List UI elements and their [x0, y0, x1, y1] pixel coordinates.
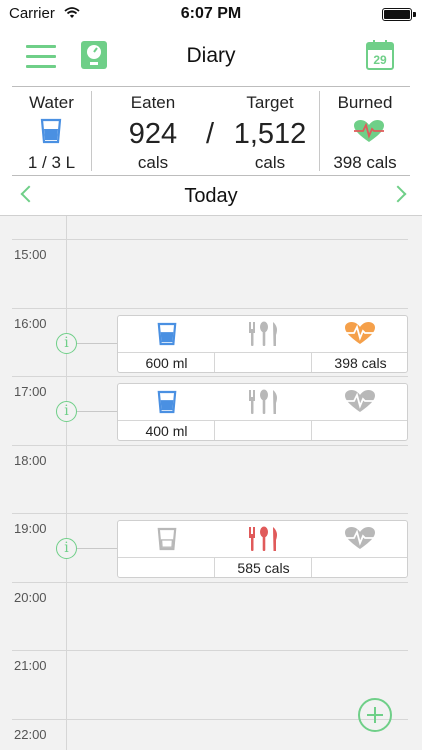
grid-line — [12, 308, 408, 309]
add-entry-button[interactable] — [358, 698, 392, 732]
entry-info-icon[interactable]: i — [56, 333, 77, 354]
hour-label: 21:00 — [14, 658, 47, 673]
grid-line — [12, 376, 408, 377]
burned-label: Burned — [337, 93, 393, 112]
water-value: 1 / 3 L — [27, 153, 76, 172]
heart-rate-icon — [345, 527, 375, 549]
diary-timeline[interactable]: 15:00 16:00 17:00 18:00 19:00 20:00 21:0… — [0, 216, 422, 750]
day-navigator: Today — [0, 176, 422, 216]
eaten-label: Eaten — [130, 93, 176, 112]
battery-icon — [382, 8, 416, 21]
target-value: 1,512 — [233, 118, 307, 150]
target-label: Target — [246, 93, 294, 112]
hour-label: 22:00 — [14, 727, 47, 742]
hour-label: 17:00 — [14, 384, 47, 399]
hour-label: 18:00 — [14, 453, 47, 468]
water-glass-icon — [157, 527, 177, 551]
eaten-value: 924 — [128, 118, 178, 150]
cutlery-icon — [249, 389, 277, 414]
cutlery-icon — [249, 321, 277, 346]
eaten-target-divider: / — [205, 118, 215, 150]
diary-entry-card[interactable]: 400 ml — [117, 383, 408, 441]
calendar-day: 29 — [373, 53, 387, 67]
diary-entry-card[interactable]: 585 cals — [117, 520, 408, 578]
entry-food-value: 585 cals — [237, 560, 290, 576]
clock: 6:07 PM — [180, 5, 242, 22]
hour-label: 19:00 — [14, 521, 47, 536]
entry-info-icon[interactable]: i — [56, 401, 77, 422]
hour-label: 15:00 — [14, 247, 47, 262]
diary-entry-card[interactable]: 600 ml 398 cals — [117, 315, 408, 373]
page-title: Diary — [186, 44, 236, 67]
calendar-button[interactable]: 29 — [366, 40, 394, 70]
hour-label: 16:00 — [14, 316, 47, 331]
heart-rate-icon — [345, 390, 375, 412]
grid-line — [12, 582, 408, 583]
water-label: Water — [29, 93, 74, 112]
entry-info-icon[interactable]: i — [56, 538, 77, 559]
entry-exercise-value: 398 cals — [334, 355, 387, 371]
entry-connector — [77, 411, 117, 412]
grid-line — [12, 650, 408, 651]
timeline-axis — [66, 216, 67, 750]
grid-line — [12, 445, 408, 446]
nav-bar: Diary 29 — [0, 28, 422, 83]
water-glass-icon — [40, 118, 62, 144]
entry-connector — [77, 548, 117, 549]
daily-summary: Water 1 / 3 L Eaten 924 cals / Target 1,… — [12, 86, 410, 176]
entry-water-value: 400 ml — [145, 423, 188, 439]
entry-water-value: 600 ml — [145, 355, 188, 371]
water-glass-icon — [157, 390, 177, 414]
status-bar: Carrier 6:07 PM — [0, 0, 422, 28]
hour-label: 20:00 — [14, 590, 47, 605]
heart-rate-icon — [345, 322, 375, 344]
grid-line — [12, 719, 408, 720]
burned-value: 398 cals — [333, 153, 397, 172]
target-unit: cals — [254, 153, 286, 172]
water-glass-icon — [157, 322, 177, 346]
entry-connector — [77, 343, 117, 344]
cutlery-icon — [249, 526, 277, 551]
grid-line — [12, 239, 408, 240]
grid-line — [12, 513, 408, 514]
heart-rate-icon — [354, 120, 384, 142]
eaten-unit: cals — [137, 153, 169, 172]
day-label: Today — [184, 185, 238, 207]
